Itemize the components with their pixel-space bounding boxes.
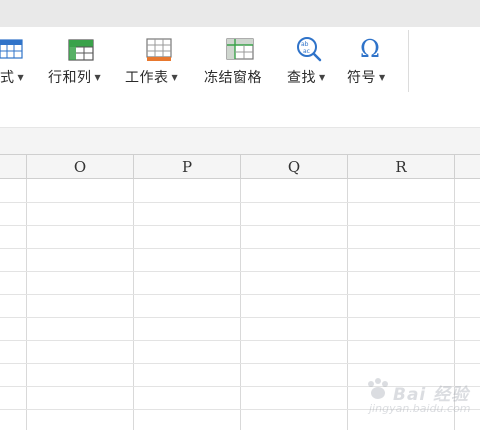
column-header-q[interactable]: Q xyxy=(241,155,348,179)
chevron-down-icon: ▼ xyxy=(379,73,386,82)
gridline xyxy=(0,317,480,318)
gridline xyxy=(0,386,480,387)
chevron-down-icon: ▼ xyxy=(17,73,25,82)
freeze-panes-icon xyxy=(226,38,254,60)
gridline xyxy=(0,294,480,295)
gridline xyxy=(0,363,480,364)
column-header-r[interactable]: R xyxy=(348,155,455,179)
gridline xyxy=(133,179,134,430)
chevron-down-icon: ▼ xyxy=(319,73,326,82)
gridline xyxy=(0,225,480,226)
worksheet-icon xyxy=(146,38,172,61)
rows-columns-button[interactable]: 行和列 ▼ xyxy=(48,34,116,92)
find-icon: ab ac xyxy=(297,37,322,62)
chevron-down-icon: ▼ xyxy=(94,73,102,82)
chevron-down-icon: ▼ xyxy=(171,73,179,82)
svg-text:ab: ab xyxy=(301,41,309,48)
gridline xyxy=(347,179,348,430)
symbol-button[interactable]: Ω 符号 ▼ xyxy=(347,34,397,92)
gridline xyxy=(0,271,480,272)
gridline xyxy=(454,179,455,430)
column-header-p[interactable]: P xyxy=(134,155,241,179)
column-header-row: O P Q R xyxy=(0,154,480,179)
find-button[interactable]: ab ac 查找 ▼ xyxy=(287,34,337,92)
worksheet-button[interactable]: 工作表 ▼ xyxy=(125,34,195,92)
cell-format-icon xyxy=(0,39,23,59)
column-header-partial[interactable] xyxy=(0,155,27,179)
rows-columns-icon xyxy=(68,39,94,61)
format-label: 式 xyxy=(0,70,15,86)
symbol-label: 符号 xyxy=(347,70,376,86)
find-label: 查找 xyxy=(287,70,316,86)
formula-bar-area xyxy=(0,127,480,155)
ribbon-separator xyxy=(408,30,409,92)
gridline xyxy=(240,179,241,430)
format-button[interactable]: 式 ▼ xyxy=(0,34,40,92)
freeze-panes-label: 冻结窗格 xyxy=(204,70,262,86)
gridline xyxy=(0,202,480,203)
gridline xyxy=(26,179,27,430)
worksheet-label: 工作表 xyxy=(125,70,169,86)
column-header-o[interactable]: O xyxy=(27,155,134,179)
symbol-omega-icon: Ω xyxy=(360,35,380,63)
column-header-partial[interactable] xyxy=(455,155,480,179)
freeze-panes-button[interactable]: 冻结窗格 xyxy=(204,34,276,92)
gridline xyxy=(0,248,480,249)
svg-text:ac: ac xyxy=(303,48,310,55)
gridline xyxy=(0,340,480,341)
rows-columns-label: 行和列 xyxy=(48,70,92,86)
title-bar-strip xyxy=(0,0,480,27)
spreadsheet-grid[interactable]: O P Q R xyxy=(0,154,480,430)
gridline xyxy=(0,409,480,410)
